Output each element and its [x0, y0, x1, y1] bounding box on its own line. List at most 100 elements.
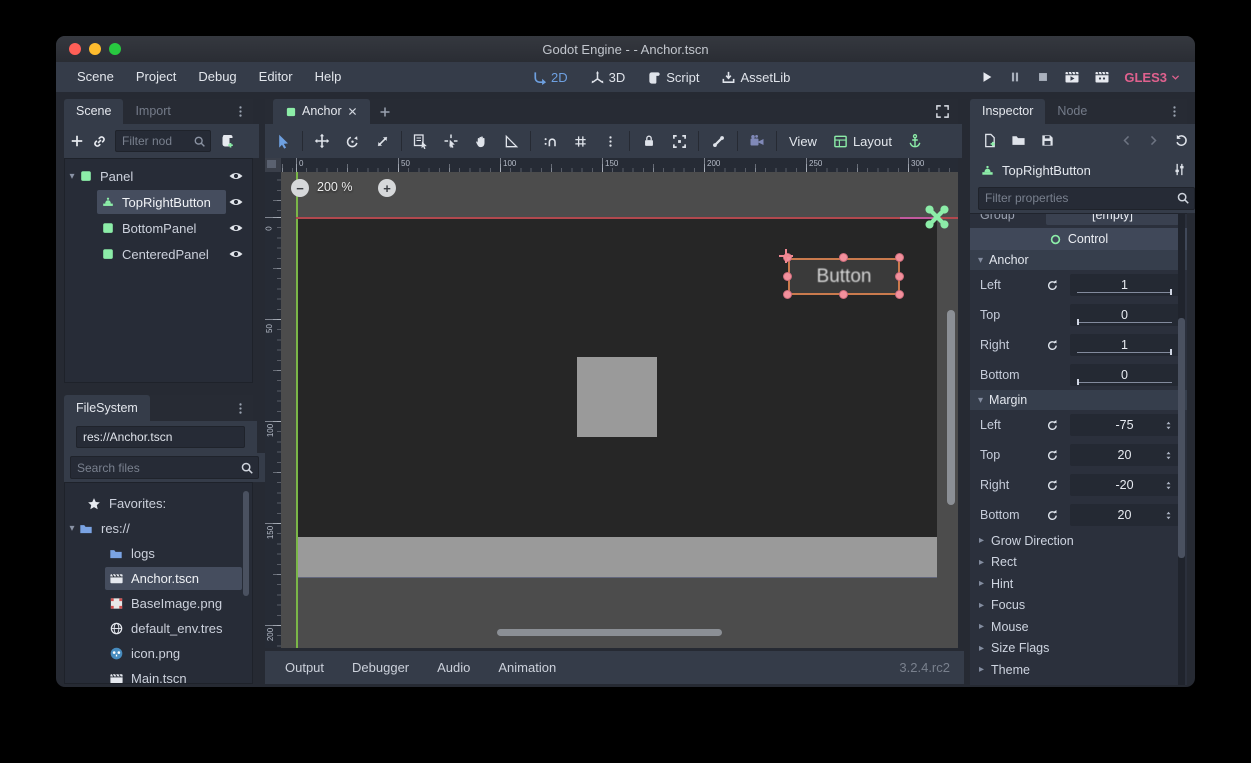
centered-panel-node[interactable]	[577, 357, 657, 437]
file-row-favorites[interactable]: Favorites:	[65, 491, 252, 516]
filesystem-menu-button[interactable]	[228, 396, 253, 421]
canvas-workspace[interactable]: − 200 % + Button	[281, 172, 958, 648]
tab-import[interactable]: Import	[123, 99, 182, 124]
menu-help[interactable]: Help	[304, 62, 353, 92]
load-resource-button[interactable]	[1011, 133, 1026, 148]
zoom-level[interactable]: 200 %	[317, 180, 352, 194]
anchor-gizmo-icon[interactable]	[924, 204, 950, 230]
margin-top-value[interactable]: 20	[1070, 444, 1179, 466]
tab-anchor-scene[interactable]: Anchor	[273, 99, 370, 124]
scene-dock-menu-button[interactable]	[228, 99, 253, 124]
filesystem-scrollbar[interactable]	[243, 491, 249, 596]
save-resource-button[interactable]	[1040, 133, 1055, 148]
margin-bottom-value[interactable]: 20	[1070, 504, 1179, 526]
output-button[interactable]: Output	[271, 660, 338, 675]
resize-handle-left[interactable]	[783, 272, 792, 281]
revert-button[interactable]	[1046, 449, 1070, 462]
current-path-field[interactable]	[76, 426, 245, 448]
stepper-icon[interactable]	[1163, 510, 1174, 521]
visibility-eye-icon[interactable]	[228, 194, 244, 211]
collapse-arrow-icon[interactable]: ▾	[65, 523, 79, 534]
menu-editor[interactable]: Editor	[248, 62, 304, 92]
skeleton-options-button[interactable]	[704, 128, 732, 154]
resize-handle-bottom[interactable]	[839, 290, 848, 299]
search-files-input[interactable]	[70, 456, 259, 479]
workspace-2d-button[interactable]: 2D	[524, 70, 576, 85]
stop-button[interactable]	[1036, 70, 1050, 84]
file-row-icon-png[interactable]: icon.png	[65, 641, 252, 666]
visibility-eye-icon[interactable]	[228, 246, 244, 263]
minimize-window-button[interactable]	[89, 43, 101, 55]
extra-options-button[interactable]	[1172, 161, 1187, 179]
scale-tool-button[interactable]	[368, 128, 396, 154]
pan-tool-button[interactable]	[467, 128, 495, 154]
camera-override-button[interactable]	[743, 128, 771, 154]
tree-row-bottompanel[interactable]: BottomPanel	[65, 215, 252, 241]
tab-scene[interactable]: Scene	[64, 99, 123, 124]
property-row-group[interactable]: Group [empty]	[970, 213, 1187, 228]
select-tool-button[interactable]	[269, 128, 297, 154]
section-mouse[interactable]: ▸Mouse	[970, 616, 1187, 638]
menu-debug[interactable]: Debug	[187, 62, 247, 92]
section-hint[interactable]: ▸Hint	[970, 573, 1187, 595]
tab-inspector[interactable]: Inspector	[970, 99, 1045, 124]
anchor-top-value[interactable]: 0	[1070, 304, 1179, 326]
history-back-button[interactable]	[1120, 134, 1133, 147]
ruler-tool-button[interactable]	[497, 128, 525, 154]
section-size-flags[interactable]: ▸Size Flags	[970, 638, 1187, 660]
file-row-default-env[interactable]: default_env.tres	[65, 616, 252, 641]
list-select-button[interactable]	[407, 128, 435, 154]
section-custom-styles[interactable]: ▸Custom Styles	[970, 681, 1187, 686]
attach-script-button[interactable]	[219, 133, 235, 149]
anchor-mode-button[interactable]	[901, 128, 929, 154]
tree-row-centeredpanel[interactable]: CenteredPanel	[65, 241, 252, 267]
tree-row-panel[interactable]: ▾ Panel	[65, 163, 252, 189]
pivot-marker[interactable]	[779, 249, 793, 263]
horizontal-scrollbar[interactable]	[497, 629, 722, 636]
resize-handle-bottom-left[interactable]	[783, 290, 792, 299]
animation-button[interactable]: Animation	[484, 660, 570, 675]
file-row-anchor-tscn[interactable]: Anchor.tscn	[65, 566, 252, 591]
revert-button[interactable]	[1046, 509, 1070, 522]
layout-menu-button[interactable]: Layout	[826, 134, 899, 149]
snap-options-button[interactable]	[596, 128, 624, 154]
zoom-in-button[interactable]: +	[378, 179, 396, 197]
file-row-logs[interactable]: logs	[65, 541, 252, 566]
bottom-panel-node[interactable]	[296, 537, 937, 577]
resize-handle-top[interactable]	[839, 253, 848, 262]
tree-row-toprightbutton[interactable]: TopRightButton	[65, 189, 252, 215]
section-rect[interactable]: ▸Rect	[970, 552, 1187, 574]
anchor-right-value[interactable]: 1	[1070, 334, 1179, 356]
close-icon[interactable]	[347, 106, 358, 117]
revert-button[interactable]	[1046, 479, 1070, 492]
section-theme[interactable]: ▸Theme	[970, 659, 1187, 681]
revert-button[interactable]	[1046, 419, 1070, 432]
section-grow-direction[interactable]: ▸Grow Direction	[970, 530, 1187, 552]
smart-snap-button[interactable]	[536, 128, 564, 154]
section-focus[interactable]: ▸Focus	[970, 595, 1187, 617]
audio-button[interactable]: Audio	[423, 660, 484, 675]
tab-filesystem[interactable]: FileSystem	[64, 395, 150, 421]
file-row-res-root[interactable]: ▾ res://	[65, 516, 252, 541]
lock-object-button[interactable]	[635, 128, 663, 154]
stepper-icon[interactable]	[1163, 420, 1174, 431]
collapse-arrow-icon[interactable]: ▾	[65, 171, 79, 182]
tab-node[interactable]: Node	[1045, 99, 1099, 124]
category-control[interactable]: Control	[970, 228, 1187, 250]
resize-handle-right[interactable]	[895, 272, 904, 281]
position-select-button[interactable]	[437, 128, 465, 154]
renderer-dropdown[interactable]: GLES3	[1124, 70, 1181, 85]
margin-left-value[interactable]: -75	[1070, 414, 1179, 436]
visibility-eye-icon[interactable]	[228, 168, 244, 185]
inspector-menu-button[interactable]	[1162, 99, 1187, 124]
stepper-icon[interactable]	[1163, 480, 1174, 491]
play-button[interactable]	[980, 70, 994, 84]
zoom-out-button[interactable]: −	[291, 179, 309, 197]
move-tool-button[interactable]	[308, 128, 336, 154]
new-resource-button[interactable]	[982, 133, 997, 148]
new-scene-tab-button[interactable]	[370, 99, 400, 124]
workspace-assetlib-button[interactable]: AssetLib	[713, 70, 798, 85]
inspector-scrollbar[interactable]	[1178, 318, 1185, 558]
visibility-eye-icon[interactable]	[228, 220, 244, 237]
vertical-scrollbar[interactable]	[947, 310, 955, 505]
